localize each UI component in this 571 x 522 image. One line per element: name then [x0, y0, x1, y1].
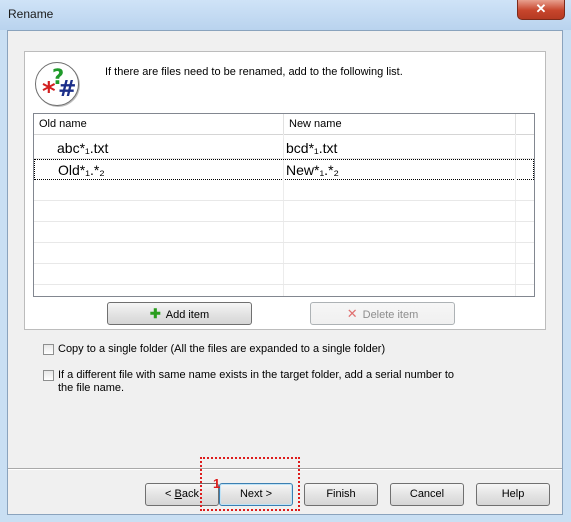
list-row[interactable]: abc*₁.txt bcd*₁.txt: [34, 138, 534, 159]
new-name-cell: New*₁.*₂: [284, 160, 516, 180]
copy-single-folder-checkbox[interactable]: [43, 344, 54, 355]
list-row-empty: [34, 264, 534, 285]
rename-list[interactable]: Old name New name abc*₁.txt bcd*₁.txt Ol…: [33, 113, 535, 297]
window-title: Rename: [8, 7, 54, 21]
column-header-new-name[interactable]: New name: [284, 114, 516, 134]
old-name-cell: Old*₁.*₂: [35, 160, 284, 180]
new-name-cell: bcd*₁.txt: [284, 138, 516, 158]
cancel-button[interactable]: Cancel: [390, 483, 464, 506]
list-row-empty: [34, 201, 534, 222]
close-button[interactable]: ✕: [517, 0, 565, 20]
serial-number-checkbox[interactable]: [43, 370, 54, 381]
delete-x-icon: ✕: [346, 306, 358, 321]
title-bar: Rename ✕: [0, 0, 571, 30]
list-row-empty: [34, 222, 534, 243]
list-row-empty: [34, 180, 534, 201]
delete-item-button[interactable]: ✕ Delete item: [310, 302, 455, 325]
intro-text: If there are files need to be renamed, a…: [105, 66, 403, 78]
finish-button[interactable]: Finish: [304, 483, 378, 506]
serial-number-label-line2: the file name.: [58, 382, 125, 394]
copy-single-folder-label: Copy to a single folder (All the files a…: [58, 343, 386, 355]
old-name-cell: abc*₁.txt: [34, 138, 284, 158]
column-header-old-name[interactable]: Old name: [34, 114, 284, 134]
add-item-button[interactable]: ✚ Add item: [107, 302, 252, 325]
annotation-number: 1: [213, 476, 221, 491]
serial-number-label-line1: If a different file with same name exist…: [58, 369, 455, 381]
plus-icon: ✚: [149, 306, 161, 321]
list-row-selected[interactable]: Old*₁.*₂ New*₁.*₂: [34, 159, 534, 180]
help-button[interactable]: Help: [476, 483, 550, 506]
list-row-empty: [34, 243, 534, 264]
app-logo-icon: ? * #: [35, 62, 79, 107]
list-header: Old name New name: [34, 114, 534, 135]
